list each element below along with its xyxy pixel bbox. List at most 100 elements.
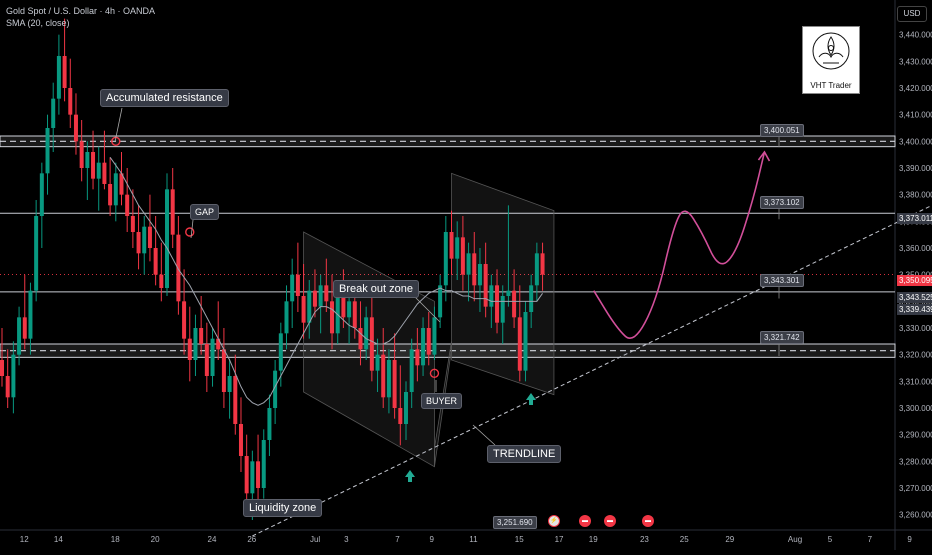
candle-body [529,285,534,312]
candle-body [0,360,4,376]
candle-body [79,141,84,168]
price-tag-3373[interactable]: 3,373.102 [760,196,804,209]
candle-body [96,162,101,179]
y-tick-label: 3,440.000 [899,31,932,40]
gap-label[interactable]: GAP [190,204,220,220]
candle-body [28,290,33,339]
candle-body [39,173,44,216]
candle-body [517,317,522,371]
candle-body [182,301,187,339]
candle-body [91,152,96,179]
descending-channel [303,231,435,468]
candle-body [358,328,363,350]
candle-body [165,189,170,288]
y-tick-label: 3,290.000 [899,431,932,440]
y-tick-label: 3,270.000 [899,484,932,493]
candle-body [22,317,27,339]
candle-body [193,328,198,360]
candle-body [125,194,130,216]
candle-body [312,290,317,307]
candle-body [352,301,357,328]
y-tick-label: 3,330.000 [899,324,932,333]
candle-body [176,234,181,302]
flag-event-icon[interactable]: ▬ [604,515,616,527]
candle-body [341,296,346,318]
price-tag-3321[interactable]: 3,321.742 [760,331,804,344]
candle-body [295,274,300,296]
candle-body [62,56,67,88]
x-tick-label: 24 [207,535,217,544]
x-tick-label: 17 [554,535,564,544]
candle-body [500,296,505,323]
candle-body [426,328,431,355]
accumulated-resistance-label[interactable]: Accumulated resistance [100,89,229,107]
candle-body [506,290,511,296]
price-tag-3343[interactable]: 3,343.301 [760,274,804,287]
y-tick-label: 3,410.000 [899,111,932,120]
candle-body [221,349,226,392]
trendline-label[interactable]: TRENDLINE [487,445,562,463]
candle-body [278,333,283,371]
candle-body [284,301,289,334]
candle-body [523,312,528,371]
currency-button[interactable]: USD [897,6,927,22]
candle-body [472,253,477,286]
y-tick-label: 3,420.000 [899,84,932,93]
candle-body [375,354,380,371]
indicator-legend[interactable]: SMA (20, close) [6,18,70,28]
x-tick-label: 15 [514,535,524,544]
y-tick-label: 3,310.000 [899,377,932,386]
candle-body [392,360,397,408]
x-tick-label: 9 [429,535,434,544]
y-tick-label: 3,300.000 [899,404,932,413]
candle-body [159,274,164,288]
buyer-label[interactable]: BUYER [421,393,463,409]
candle-body [347,301,352,318]
candle-body [11,354,16,398]
lightning-event-icon[interactable]: ⚡ [548,515,560,527]
candle-body [170,189,175,235]
y-tick-label: 3,360.000 [899,244,932,253]
x-tick-label: Aug [787,535,803,544]
x-tick-label: 26 [247,535,257,544]
x-tick-label: 23 [639,535,649,544]
y-tick-label: 3,380.000 [899,191,932,200]
candle-body [210,338,215,376]
candle-body [460,237,465,275]
candle-body [318,285,323,307]
candle-body [153,248,158,275]
x-tick-label: 18 [110,535,120,544]
candle-body [227,376,232,392]
candle-body [199,328,204,344]
x-tick-label: 3 [344,535,349,544]
liquidity-zone-label[interactable]: Liquidity zone [243,499,323,517]
candle-body [369,317,374,371]
y-tick-label: 3,280.000 [899,457,932,466]
candle-body [51,98,56,128]
candle-body [142,226,147,254]
flag-event-icon[interactable]: ▬ [642,515,654,527]
axis-tag-current-price: 3,350.095 [897,275,932,286]
candle-body [244,456,249,494]
x-tick-label: 7 [867,535,873,544]
y-tick-label: 3,390.000 [899,164,932,173]
candle-body [130,216,135,232]
candle-body [256,461,261,488]
candle-body [5,376,10,398]
candle-body [381,354,386,398]
candle-body [108,184,113,206]
break-out-zone-label[interactable]: Break out zone [333,280,419,298]
candle-body [455,237,460,259]
y-tick-label: 3,320.000 [899,351,932,360]
candle-body [102,162,107,184]
x-tick-label: 29 [725,535,735,544]
candle-body [477,264,482,286]
candle-body [398,408,403,424]
price-tag-3400[interactable]: 3,400.051 [760,124,804,137]
candle-body [364,317,369,350]
x-tick-label: 12 [19,535,29,544]
flag-event-icon[interactable]: ▬ [579,515,591,527]
candle-body [147,226,152,248]
candle-body [483,264,488,307]
crosshair-price-tag: 3,251.690 [493,516,537,529]
